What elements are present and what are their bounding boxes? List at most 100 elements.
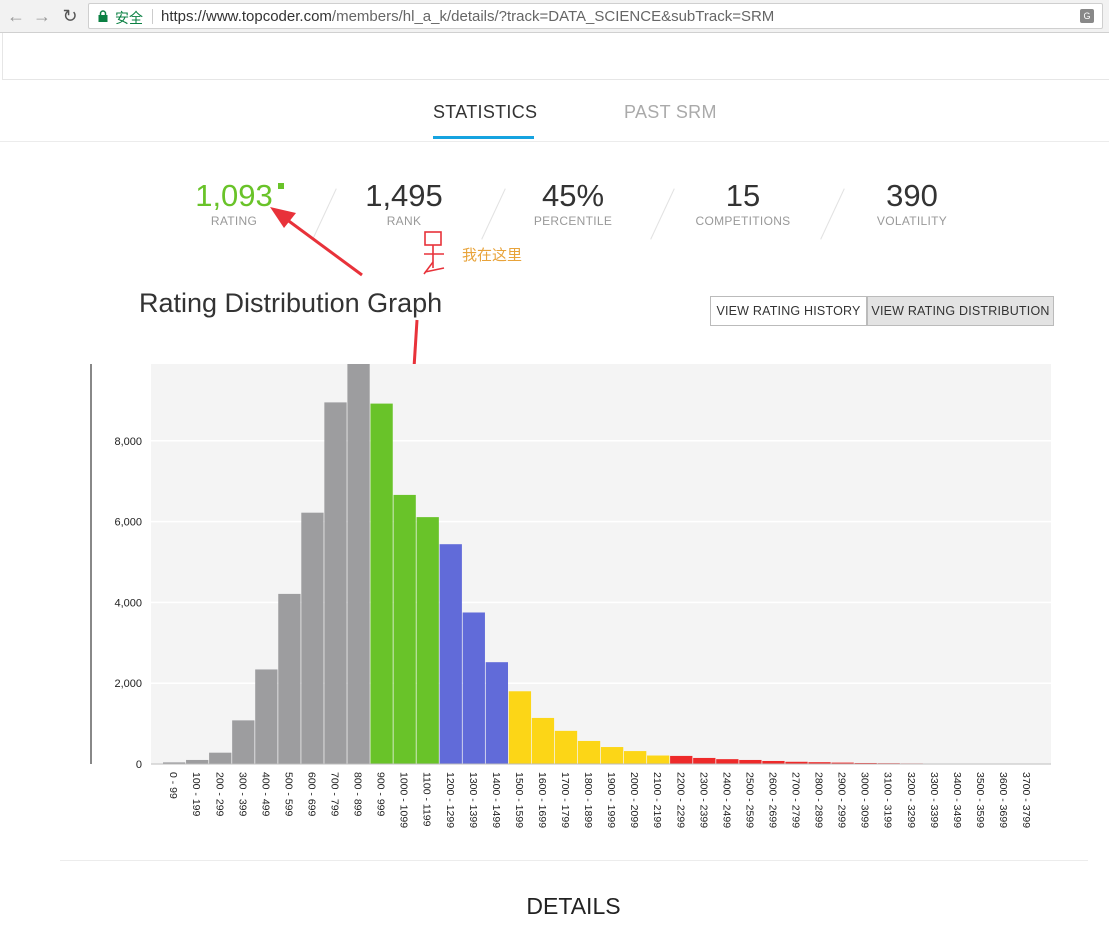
stat-volatility: 390 VOLATILITY bbox=[827, 176, 997, 228]
x-tick-label: 3400 - 3499 bbox=[951, 772, 963, 828]
stat-rank: 1,495 RANK bbox=[319, 176, 489, 228]
bar bbox=[370, 403, 393, 764]
bar bbox=[624, 751, 647, 764]
percentile-label: PERCENTILE bbox=[533, 214, 613, 228]
rank-label: RANK bbox=[386, 214, 422, 228]
bar bbox=[347, 364, 370, 764]
x-tick-label: 1900 - 1999 bbox=[605, 772, 617, 828]
x-tick-label: 300 - 399 bbox=[236, 772, 248, 817]
volatility-label: VOLATILITY bbox=[876, 214, 948, 228]
bar bbox=[531, 717, 555, 764]
x-tick-label: 3500 - 3599 bbox=[974, 772, 986, 828]
competitions-value: 15 bbox=[725, 178, 761, 213]
x-tick-label: 1000 - 1099 bbox=[398, 772, 410, 828]
url-host: https://www.topcoder.com bbox=[161, 8, 332, 25]
graph-title: Rating Distribution Graph bbox=[139, 288, 443, 318]
section-divider bbox=[60, 860, 1088, 861]
bar bbox=[485, 662, 508, 764]
stick-figure-icon bbox=[423, 231, 445, 275]
x-tick-label: 2000 - 2099 bbox=[628, 772, 640, 828]
x-tick-label: 800 - 899 bbox=[352, 772, 364, 817]
url-path: /members/hl_a_k/details/?track=DATA_SCIE… bbox=[331, 8, 775, 25]
rating-color-marker bbox=[278, 183, 284, 189]
bar bbox=[716, 759, 739, 764]
bar bbox=[670, 755, 693, 764]
x-tick-label: 2500 - 2599 bbox=[743, 772, 755, 828]
lock-icon bbox=[98, 10, 108, 22]
bar bbox=[508, 691, 532, 764]
x-tick-label: 2900 - 2999 bbox=[836, 772, 848, 828]
x-tick-label: 1800 - 1899 bbox=[582, 772, 594, 828]
browser-toolbar: ← → ↻ 安全 https://www.topcoder.com/member… bbox=[0, 0, 1109, 33]
stat-competitions: 15 COMPETITIONS bbox=[658, 176, 828, 228]
stat-rating: 1,093 RATING bbox=[149, 176, 319, 228]
stats-tabs: STATISTICS PAST SRM bbox=[0, 80, 1109, 142]
y-tick-label: 4,000 bbox=[114, 597, 142, 609]
y-tick-label: 8,000 bbox=[114, 436, 142, 448]
y-tick-label: 2,000 bbox=[114, 678, 142, 690]
x-tick-label: 100 - 199 bbox=[190, 772, 202, 817]
view-rating-distribution-button[interactable]: VIEW RATING DISTRIBUTION bbox=[867, 296, 1054, 326]
bar bbox=[693, 757, 716, 764]
x-tick-label: 0 - 99 bbox=[167, 772, 179, 799]
bar bbox=[462, 612, 485, 764]
bar bbox=[577, 740, 601, 764]
x-tick-label: 3100 - 3199 bbox=[882, 772, 894, 828]
secure-label: 安全 bbox=[115, 11, 143, 27]
site-header bbox=[2, 33, 1109, 80]
tab-statistics[interactable]: STATISTICS bbox=[433, 102, 537, 123]
rating-distribution-chart: 0 2,000 4,000 6,000 8,000 0 - 99 100 - 199 200 … bbox=[90, 364, 1051, 828]
x-tick-label: 2300 - 2399 bbox=[697, 772, 709, 828]
bar bbox=[600, 747, 624, 764]
x-tick-label: 3000 - 3099 bbox=[859, 772, 871, 828]
stat-percentile: 45% PERCENTILE bbox=[488, 176, 658, 228]
bar bbox=[278, 593, 301, 764]
competitions-label: COMPETITIONS bbox=[695, 214, 791, 228]
rating-label: RATING bbox=[210, 214, 258, 228]
bar bbox=[232, 720, 255, 764]
rating-value: 1,093 bbox=[195, 178, 273, 213]
x-tick-label: 600 - 699 bbox=[305, 772, 317, 817]
reload-icon[interactable]: ↻ bbox=[60, 6, 80, 26]
url-separator bbox=[152, 9, 153, 24]
bar bbox=[301, 512, 324, 764]
x-tick-label: 200 - 299 bbox=[213, 772, 225, 817]
x-tick-label: 400 - 499 bbox=[259, 772, 271, 817]
x-tick-label: 3700 - 3799 bbox=[1020, 772, 1032, 828]
y-tick-label: 0 bbox=[136, 759, 142, 771]
bar bbox=[209, 752, 232, 764]
x-tick-label: 2200 - 2299 bbox=[674, 772, 686, 828]
forward-icon[interactable]: → bbox=[32, 6, 52, 26]
translate-icon[interactable]: G bbox=[1080, 9, 1094, 23]
view-rating-history-button[interactable]: VIEW RATING HISTORY bbox=[710, 296, 867, 326]
x-tick-label: 900 - 999 bbox=[375, 772, 387, 817]
x-tick-label: 1600 - 1699 bbox=[536, 772, 548, 828]
x-tick-label: 3200 - 3299 bbox=[905, 772, 917, 828]
percentile-value: 45% bbox=[541, 178, 605, 213]
x-tick-label: 700 - 799 bbox=[329, 772, 341, 817]
bar bbox=[393, 494, 416, 764]
bar bbox=[255, 669, 278, 764]
x-tick-label: 3600 - 3699 bbox=[997, 772, 1009, 828]
back-icon[interactable]: ← bbox=[6, 6, 26, 26]
y-tick-label: 6,000 bbox=[114, 517, 142, 529]
x-tick-label: 500 - 599 bbox=[282, 772, 294, 817]
details-heading: DETAILS bbox=[526, 893, 621, 919]
x-tick-label: 3300 - 3399 bbox=[928, 772, 940, 828]
address-bar[interactable]: 安全 https://www.topcoder.com/members/hl_a… bbox=[88, 3, 1103, 29]
x-tick-label: 2600 - 2699 bbox=[766, 772, 778, 828]
x-tick-label: 1100 - 1199 bbox=[421, 772, 433, 827]
tab-past-srm[interactable]: PAST SRM bbox=[624, 102, 717, 123]
bar bbox=[439, 544, 462, 764]
annotation-text: 我在这里 bbox=[462, 246, 523, 264]
x-tick-label: 1700 - 1799 bbox=[559, 772, 571, 828]
rank-value: 1,495 bbox=[365, 178, 443, 213]
active-tab-indicator bbox=[433, 136, 534, 139]
bar bbox=[416, 517, 439, 764]
bar bbox=[186, 759, 209, 764]
url-text[interactable]: https://www.topcoder.com/members/hl_a_k/… bbox=[161, 8, 774, 25]
x-tick-label: 1500 - 1599 bbox=[513, 772, 525, 828]
bar bbox=[324, 402, 347, 764]
bar bbox=[647, 755, 670, 764]
volatility-value: 390 bbox=[886, 178, 938, 213]
